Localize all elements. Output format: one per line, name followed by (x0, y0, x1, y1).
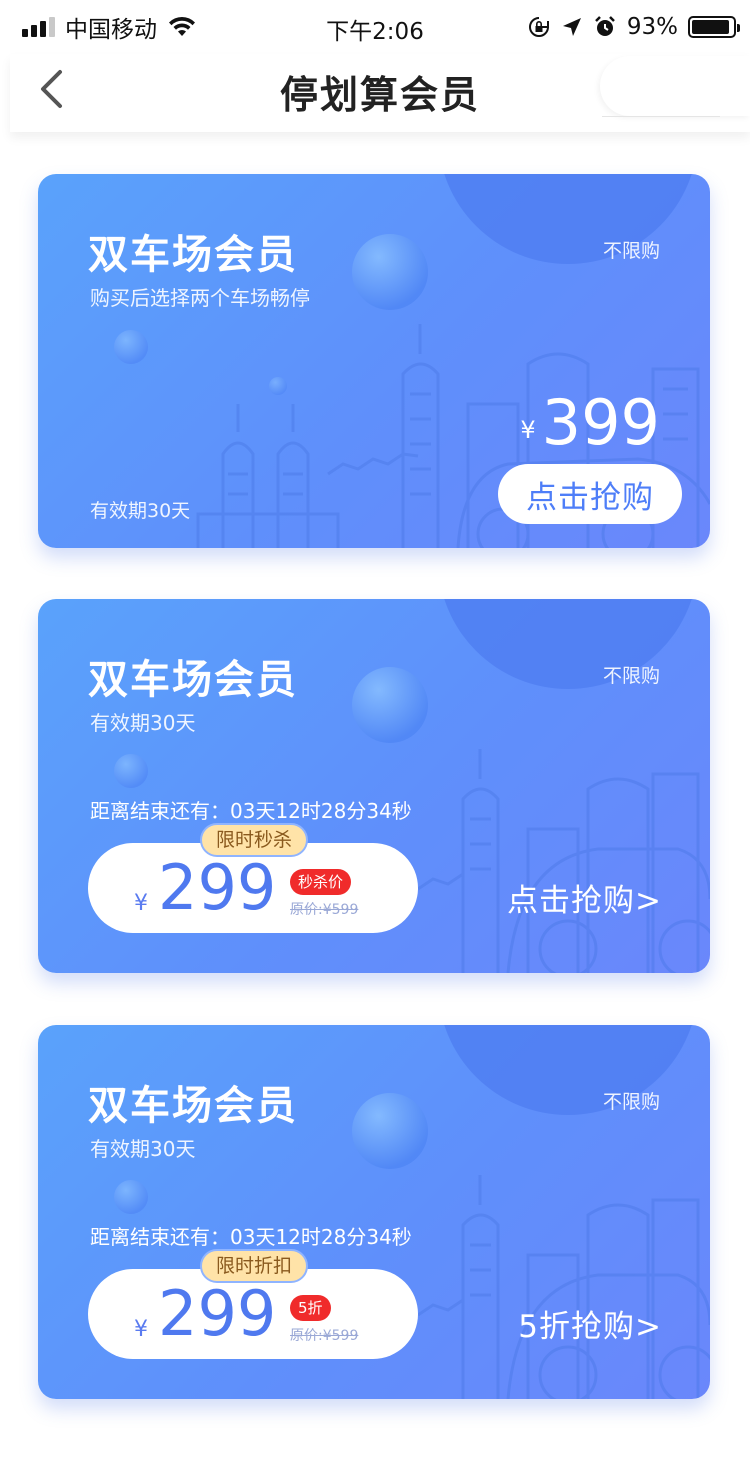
countdown-timer: 距离结束还有：03天12时28分34秒 (90, 799, 412, 823)
buy-button[interactable]: 5折抢购> (518, 1301, 662, 1346)
rotation-lock-icon (528, 17, 549, 37)
price-badge: 秒杀价 (290, 869, 352, 895)
currency-symbol: ¥ (520, 416, 536, 444)
card-title: 双车场会员 (88, 657, 298, 703)
buy-button[interactable]: 点击抢购> (507, 875, 662, 920)
battery-percent: 93% (626, 14, 678, 40)
price: ¥ 399 (520, 392, 660, 454)
validity-period: 有效期30天 (90, 1137, 196, 1161)
original-price: 原价:¥599 (290, 902, 359, 918)
validity-period: 有效期30天 (90, 711, 196, 735)
discount-badge: 5折 (290, 1295, 331, 1321)
price-value: 299 (158, 851, 277, 924)
buy-button[interactable]: 点击抢购 (498, 464, 682, 524)
purchase-limit: 不限购 (602, 1091, 660, 1113)
promo-tag: 限时秒杀 (200, 823, 309, 857)
membership-card: 双车场会员 有效期30天 不限购 距离结束还有：03天12时28分34秒 ¥ 2… (38, 1025, 710, 1399)
membership-card: 双车场会员 购买后选择两个车场畅停 不限购 有效期30天 ¥ 399 点击抢购 (38, 174, 710, 548)
divider (602, 116, 720, 117)
purchase-limit: 不限购 (602, 240, 660, 262)
countdown-timer: 距离结束还有：03天12时28分34秒 (90, 1225, 412, 1249)
price-value: 299 (158, 1277, 277, 1350)
membership-card: 双车场会员 有效期30天 不限购 距离结束还有：03天12时28分34秒 ¥ 2… (38, 599, 710, 973)
price-value: 399 (541, 386, 660, 459)
currency-symbol: ¥ (134, 1317, 148, 1342)
validity-period: 有效期30天 (90, 500, 191, 522)
card-title: 双车场会员 (88, 232, 298, 278)
original-price: 原价:¥599 (290, 1328, 359, 1344)
alarm-icon (594, 16, 615, 36)
currency-symbol: ¥ (134, 891, 148, 916)
battery-icon (688, 16, 740, 38)
status-bar: 中国移动 下午2:06 93% (0, 0, 750, 54)
purchase-limit: 不限购 (602, 665, 660, 687)
card-title: 双车场会员 (88, 1083, 298, 1129)
nav-bar: 停划算会员 (10, 54, 750, 132)
promo-tag: 限时折扣 (200, 1249, 309, 1283)
location-arrow-icon (562, 18, 581, 36)
card-subtitle: 购买后选择两个车场畅停 (90, 286, 310, 310)
mini-program-capsule[interactable] (600, 56, 750, 116)
